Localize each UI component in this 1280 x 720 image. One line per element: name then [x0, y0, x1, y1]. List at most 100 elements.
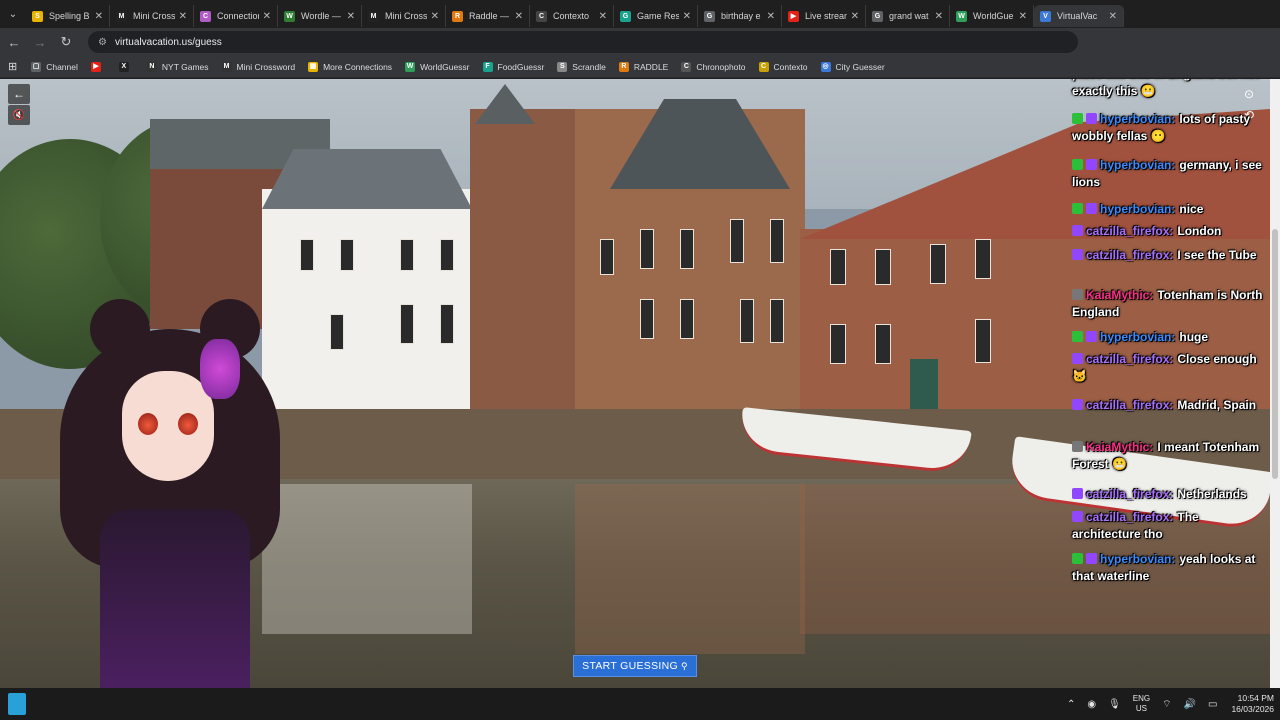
tab-close-icon[interactable]: ✕ [767, 11, 775, 22]
taskbar-app-icon[interactable] [8, 693, 26, 715]
tab-title: Raddle — [469, 11, 510, 21]
tab-close-icon[interactable]: ✕ [515, 11, 523, 22]
scene-window [400, 304, 414, 344]
scrollbar-thumb[interactable] [1272, 229, 1278, 479]
bookmark-label: RADDLE [633, 61, 669, 72]
tray-overflow-icon[interactable]: ⌃ [1067, 699, 1075, 710]
scene-roof [262, 149, 472, 209]
tab-close-icon[interactable]: ✕ [95, 11, 103, 22]
bookmark-item[interactable]: N NYT Games [146, 61, 209, 72]
bookmark-item[interactable]: ▦ More Connections [308, 61, 392, 72]
microphone-icon[interactable]: 🎙 [1108, 699, 1121, 710]
browser-tab[interactable]: M Mini Cross ✕ [362, 5, 446, 27]
chat-message: KaiaMythic: I meant Totenham Forest 😬 [1072, 439, 1266, 473]
street-view-panorama[interactable]: ← 🔇 ⊙ ⟲ START GUESSING ⚲ hyperbovian:rig… [0, 79, 1270, 688]
bookmark-favicon-icon: F [482, 61, 493, 72]
bookmark-item[interactable]: F FoodGuessr [482, 61, 544, 72]
browser-tab[interactable]: C Connection ✕ [194, 5, 278, 27]
tab-close-icon[interactable]: ✕ [935, 11, 943, 22]
tray-app-icon[interactable]: ◉ [1087, 699, 1096, 710]
site-info-icon[interactable]: ⚙ [98, 37, 107, 48]
browser-tab[interactable]: C Contexto ✕ [530, 5, 614, 27]
chat-username[interactable]: catzilla_firefox: [1086, 487, 1173, 501]
region-code: US [1135, 704, 1148, 713]
bookmark-item[interactable]: ◎ City Guesser [820, 61, 885, 72]
chat-username[interactable]: hyperbovian: [1100, 158, 1175, 172]
bookmark-item[interactable]: X [118, 61, 134, 72]
browser-tab[interactable]: W WorldGue ✕ [950, 5, 1034, 27]
avatar-eye [178, 413, 198, 435]
tab-title: birthday e [721, 11, 761, 21]
chat-username[interactable]: catzilla_firefox: [1086, 352, 1173, 366]
bookmark-item[interactable]: S Scrandle [557, 61, 606, 72]
bookmark-item[interactable]: ▶ [90, 61, 106, 72]
chat-username[interactable]: catzilla_firefox: [1086, 248, 1173, 262]
tab-title: Spelling B [49, 11, 90, 21]
map-pin-icon: ⚲ [680, 660, 688, 671]
apps-icon[interactable]: ⊞ [8, 60, 17, 73]
tab-close-icon[interactable]: ✕ [683, 11, 691, 22]
tab-title: Connection [217, 11, 259, 21]
chat-username[interactable]: hyperbovian: [1100, 202, 1175, 216]
mute-icon[interactable]: 🔇 [8, 105, 30, 125]
tab-close-icon[interactable]: ✕ [1019, 11, 1027, 22]
avatar-face [122, 371, 214, 481]
clock[interactable]: 10:54 PM 16/03/2026 [1231, 693, 1274, 715]
bookmark-favicon-icon: X [118, 61, 129, 72]
tab-close-icon[interactable]: ✕ [347, 11, 355, 22]
chat-username[interactable]: hyperbovian: [1100, 112, 1175, 126]
browser-tab[interactable]: R Raddle — ✕ [446, 5, 530, 27]
browser-tab[interactable]: W Wordle — ✕ [278, 5, 362, 27]
chat-badge-icon [1072, 511, 1083, 522]
battery-icon[interactable]: ▭ [1208, 699, 1217, 710]
chat-badge-icon [1086, 159, 1097, 170]
chat-username[interactable]: KaiaMythic: [1086, 288, 1153, 302]
tab-close-icon[interactable]: ✕ [179, 11, 187, 22]
start-guessing-button[interactable]: START GUESSING ⚲ [573, 655, 697, 677]
browser-tab[interactable]: G Game Res ✕ [614, 5, 698, 27]
tab-favicon-icon: S [32, 10, 43, 22]
bookmark-favicon-icon: S [557, 61, 568, 72]
page-scrollbar[interactable] [1270, 79, 1280, 688]
tab-close-icon[interactable]: ✕ [599, 11, 607, 22]
stream-chat-overlay: hyperbovian:right countryhyperbovian:hmm… [1068, 79, 1270, 688]
forward-icon[interactable]: → [28, 30, 52, 54]
bookmark-item[interactable]: ▢ Channel [31, 61, 78, 72]
chat-username[interactable]: catzilla_firefox: [1086, 510, 1173, 524]
wifi-icon[interactable]: ⌔ [1162, 698, 1171, 711]
reload-icon[interactable]: ↻ [54, 30, 78, 54]
bookmark-favicon-icon: ▢ [31, 61, 42, 72]
chat-username[interactable]: catzilla_firefox: [1086, 398, 1173, 412]
tab-close-icon[interactable]: ✕ [851, 11, 859, 22]
url-input[interactable]: ⚙ virtualvacation.us/guess [88, 31, 1078, 53]
bookmark-item[interactable]: M Mini Crossword [221, 61, 295, 72]
tab-search-icon[interactable]: ⌄ [0, 0, 26, 28]
volume-icon[interactable]: 🔊 [1184, 699, 1196, 710]
bookmark-item[interactable]: R RADDLE [618, 61, 669, 72]
chat-username[interactable]: hyperbovian: [1100, 330, 1175, 344]
tab-close-icon[interactable]: ✕ [431, 11, 439, 22]
bookmark-item[interactable]: C Chronophoto [681, 61, 746, 72]
browser-tab[interactable]: V VirtualVac ✕ [1034, 5, 1124, 27]
scene-window [640, 299, 654, 339]
chat-username[interactable]: hyperbovian: [1100, 552, 1175, 566]
chat-text: I think I've seen a place like this in E… [1072, 79, 1259, 98]
bookmark-item[interactable]: C Contexto [758, 61, 808, 72]
back-arrow-icon[interactable]: ← [8, 84, 30, 104]
scene-window [330, 314, 344, 350]
avatar-dress [100, 509, 250, 688]
tab-close-icon[interactable]: ✕ [263, 11, 271, 22]
os-taskbar: ⌃ ◉ 🎙 ENG US ⌔ 🔊 ▭ 10:54 PM 16/03/2026 [0, 688, 1280, 720]
browser-tab[interactable]: S Spelling B ✕ [26, 5, 110, 27]
browser-tab[interactable]: Gbirthday e ✕ [698, 5, 782, 27]
back-icon[interactable]: ← [2, 30, 26, 54]
browser-tab[interactable]: Ggrand wat ✕ [866, 5, 950, 27]
tab-close-icon[interactable]: ✕ [1109, 11, 1117, 22]
chat-username[interactable]: KaiaMythic: [1086, 440, 1153, 454]
scene-window [975, 319, 991, 363]
chat-username[interactable]: catzilla_firefox: [1086, 224, 1173, 238]
browser-tab[interactable]: M Mini Cross ✕ [110, 5, 194, 27]
browser-tab[interactable]: ▶ Live strean ✕ [782, 5, 866, 27]
bookmark-item[interactable]: W WorldGuessr [405, 61, 470, 72]
language-indicator[interactable]: ENG US [1133, 694, 1150, 714]
